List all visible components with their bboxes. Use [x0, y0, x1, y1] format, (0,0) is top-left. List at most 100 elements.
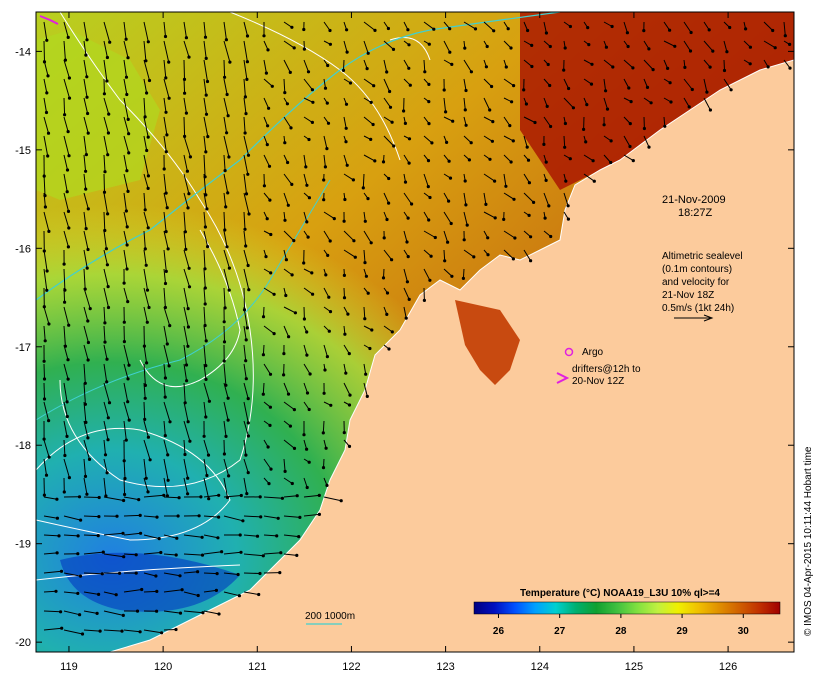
- velocity-vector-head: [46, 131, 51, 135]
- velocity-vector-head: [369, 241, 373, 245]
- velocity-vector-head: [308, 372, 312, 376]
- velocity-vector: [103, 173, 105, 193]
- velocity-vector-head: [512, 197, 516, 201]
- velocity-vector-head: [433, 235, 437, 240]
- velocity-vector-head: [67, 154, 71, 158]
- velocity-vector-head: [783, 34, 787, 38]
- velocity-vector-head: [246, 471, 250, 475]
- velocity-vector-head: [134, 553, 138, 557]
- velocity-vector-head: [244, 112, 248, 116]
- velocity-vector: [163, 629, 177, 631]
- velocity-vector: [83, 534, 99, 537]
- velocity-vector-head: [108, 40, 112, 44]
- velocity-vector: [63, 287, 66, 303]
- lat-tick-label: -18: [15, 440, 31, 452]
- velocity-vector-head: [63, 453, 67, 458]
- velocity-vector-head: [305, 220, 309, 224]
- velocity-vector-head: [485, 44, 489, 49]
- velocity-vector-head: [206, 453, 211, 457]
- velocity-vector-head: [125, 267, 129, 271]
- velocity-vector-head: [269, 232, 273, 237]
- velocity-vector-head: [97, 495, 101, 500]
- velocity-vector-head: [80, 632, 85, 636]
- velocity-vector-head: [510, 100, 514, 104]
- velocity-vector: [143, 590, 157, 593]
- velocity-vector-head: [122, 555, 126, 559]
- velocity-vector-head: [388, 89, 392, 94]
- lon-tick-label: 124: [531, 661, 549, 673]
- velocity-vector-head: [463, 179, 467, 183]
- velocity-vector-head: [95, 611, 99, 616]
- velocity-vector-head: [385, 217, 389, 222]
- velocity-vector-head: [228, 60, 232, 64]
- velocity-vector-head: [42, 377, 47, 381]
- velocity-vector-head: [106, 131, 110, 135]
- velocity-vector-head: [122, 320, 126, 324]
- velocity-vector-head: [689, 30, 693, 35]
- velocity-vector-head: [245, 60, 249, 64]
- velocity-vector-head: [443, 259, 447, 263]
- velocity-vector-head: [204, 112, 209, 116]
- velocity-vector-head: [464, 203, 468, 207]
- velocity-vector-head: [66, 130, 70, 134]
- velocity-vector-head: [631, 159, 635, 163]
- velocity-vector-head: [371, 122, 375, 127]
- altimetry-line-5: 0.5m/s (1kt 24h): [662, 303, 734, 314]
- velocity-vector-head: [492, 29, 496, 33]
- velocity-vector-head: [222, 340, 227, 344]
- velocity-vector-head: [625, 31, 630, 35]
- velocity-vector-head: [295, 553, 299, 558]
- velocity-vector-head: [526, 28, 530, 33]
- velocity-vector-head: [164, 150, 168, 154]
- velocity-vector-head: [258, 495, 262, 499]
- velocity-vector-head: [609, 139, 613, 143]
- velocity-vector-head: [83, 474, 88, 478]
- velocity-vector-head: [488, 157, 492, 161]
- velocity-vector-head: [268, 198, 272, 202]
- velocity-vector-head: [126, 117, 130, 121]
- velocity-vector-head: [143, 417, 147, 421]
- velocity-vector-head: [609, 160, 613, 165]
- velocity-vector-head: [342, 296, 347, 300]
- credit-text: © IMOS 04-Apr-2015 10:11:44 Hobart time: [803, 446, 814, 636]
- velocity-vector-head: [690, 87, 694, 92]
- velocity-vector-head: [220, 550, 224, 554]
- velocity-vector-head: [47, 322, 51, 326]
- velocity-vector-head: [645, 85, 650, 89]
- velocity-vector-head: [295, 494, 299, 498]
- lon-tick-label: 126: [719, 661, 737, 673]
- velocity-vector-head: [586, 26, 590, 30]
- velocity-vector-head: [244, 453, 248, 457]
- velocity-vector-head: [166, 453, 170, 457]
- velocity-vector-head: [155, 515, 159, 519]
- velocity-vector-head: [387, 201, 391, 205]
- velocity-vector-head: [140, 587, 144, 592]
- velocity-vector-head: [472, 255, 476, 259]
- velocity-vector-head: [54, 589, 58, 593]
- velocity-vector-head: [628, 144, 632, 149]
- velocity-vector-head: [328, 239, 332, 243]
- velocity-vector-head: [511, 84, 516, 88]
- velocity-vector-head: [43, 205, 48, 209]
- velocity-vector-head: [408, 83, 412, 87]
- velocity-vector: [243, 572, 261, 574]
- velocity-vector-head: [100, 572, 104, 576]
- velocity-vector-head: [146, 186, 150, 190]
- velocity-vector-head: [484, 202, 488, 206]
- lat-tick-label: -17: [15, 342, 31, 354]
- velocity-vector-head: [184, 111, 188, 115]
- velocity-vector-head: [244, 338, 248, 342]
- velocity-vector-head: [126, 377, 130, 381]
- velocity-vector-head: [508, 124, 512, 128]
- velocity-vector-head: [224, 434, 228, 438]
- velocity-vector-head: [526, 158, 531, 162]
- velocity-vector-head: [464, 88, 468, 93]
- velocity-vector-head: [227, 155, 231, 159]
- velocity-vector-head: [176, 514, 180, 518]
- velocity-vector-head: [346, 312, 350, 316]
- velocity-vector-head: [261, 392, 265, 396]
- velocity-vector-head: [45, 288, 49, 292]
- velocity-vector-head: [668, 28, 672, 32]
- velocity-vector-head: [502, 217, 506, 221]
- velocity-vector-head: [280, 496, 284, 500]
